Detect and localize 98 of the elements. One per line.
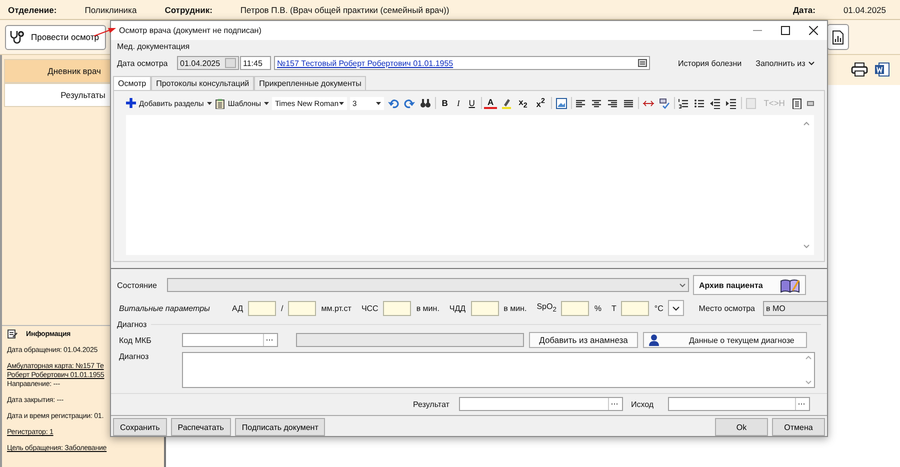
undo-icon[interactable] bbox=[387, 96, 400, 110]
field-label: Диагноз bbox=[119, 352, 150, 361]
caret-icon bbox=[206, 102, 212, 104]
underline-button[interactable]: U bbox=[466, 98, 478, 108]
vital-label: АД bbox=[232, 304, 244, 312]
outcome-field[interactable] bbox=[668, 397, 810, 411]
printer-icon[interactable] bbox=[851, 62, 868, 78]
vitals-label: Витальные параметры bbox=[119, 304, 211, 312]
department-value: Поликлиника bbox=[84, 4, 137, 14]
plus-icon bbox=[126, 98, 136, 108]
chevron-icon bbox=[672, 306, 680, 310]
vital-field[interactable] bbox=[621, 300, 650, 316]
fill-from-menu[interactable]: Заполнить из bbox=[756, 58, 816, 68]
history-link[interactable]: История болезни bbox=[678, 58, 742, 68]
field-label: Отделение: bbox=[8, 4, 57, 14]
patient-archive-button[interactable]: Архив пациента bbox=[693, 275, 806, 295]
caret-icon bbox=[338, 102, 344, 104]
browse-button[interactable] bbox=[608, 398, 620, 410]
patient-link[interactable]: №157 Тестовый Роберт Робертович 01.01.1955 bbox=[277, 58, 454, 68]
current-diagnosis-button[interactable]: Данные о текущем диагнозе bbox=[643, 332, 807, 348]
tab[interactable]: Осмотр bbox=[113, 76, 152, 90]
book-icon bbox=[780, 278, 800, 292]
indent-icon[interactable] bbox=[725, 96, 738, 110]
vital-label: мм.рт.ст bbox=[321, 304, 352, 312]
binoculars-icon[interactable] bbox=[419, 96, 432, 110]
scroll-down-icon[interactable] bbox=[803, 244, 810, 249]
vital-field[interactable] bbox=[383, 300, 412, 316]
highlighter-icon[interactable] bbox=[500, 96, 513, 110]
dialog-button[interactable]: Сохранить bbox=[113, 418, 167, 436]
vital-label: / bbox=[281, 304, 284, 312]
date-field[interactable]: 01.04.2025 bbox=[177, 56, 239, 70]
tab[interactable]: Протоколы консультаций bbox=[151, 76, 254, 90]
font-color-button[interactable]: A bbox=[484, 97, 497, 109]
field-label: Сотрудник: bbox=[164, 4, 212, 14]
window-title: Осмотр врача (документ не подписан) bbox=[119, 26, 262, 35]
bullet-list-icon[interactable] bbox=[693, 96, 706, 110]
caret-icon bbox=[376, 102, 382, 104]
redo-icon[interactable] bbox=[403, 96, 416, 110]
clipboard-icon bbox=[214, 98, 225, 108]
vital-label: % bbox=[594, 304, 602, 312]
vital-field[interactable] bbox=[288, 300, 316, 316]
bold-button[interactable]: B bbox=[438, 98, 451, 108]
tab[interactable]: Прикрепленные документы bbox=[254, 76, 366, 90]
chevron-icon bbox=[808, 60, 816, 66]
group-label: Диагноз bbox=[117, 320, 147, 329]
vital-label: SpO$_{2}$ bbox=[536, 302, 556, 314]
spellcheck-icon[interactable] bbox=[658, 96, 671, 110]
subscript-button[interactable]: x$_{2}$ bbox=[516, 96, 530, 110]
vital-field[interactable] bbox=[470, 300, 499, 316]
notes-icon bbox=[7, 329, 18, 339]
field-label: Место осмотра bbox=[698, 304, 755, 312]
italic-button[interactable]: I bbox=[454, 98, 463, 108]
menu-item[interactable]: Мед. документация bbox=[111, 40, 196, 53]
chevron-icon bbox=[679, 282, 686, 288]
report-icon[interactable] bbox=[827, 24, 849, 50]
paste-icon[interactable] bbox=[790, 96, 804, 110]
examine-button[interactable]: Провести осмотр bbox=[5, 24, 106, 50]
stethoscope-icon bbox=[9, 30, 25, 44]
field-label: Дата: bbox=[792, 4, 816, 14]
patient-field[interactable]: №157 Тестовый Роберт Робертович 01.01.1955 bbox=[274, 56, 650, 70]
dialog-button[interactable]: Ok bbox=[715, 418, 768, 436]
mkb-code-field[interactable] bbox=[182, 333, 278, 347]
diagnosis-field[interactable] bbox=[182, 352, 815, 388]
scroll-down-icon[interactable] bbox=[805, 380, 812, 385]
caret-icon bbox=[264, 102, 269, 104]
field-label: Результат bbox=[413, 400, 450, 408]
outdent-icon[interactable] bbox=[709, 96, 722, 110]
scroll-up-icon[interactable] bbox=[805, 355, 812, 360]
dialog-button[interactable]: Отмена bbox=[772, 418, 825, 436]
dialog-button[interactable]: Распечатать bbox=[170, 418, 231, 436]
card-icon[interactable] bbox=[638, 59, 647, 67]
field-label: Состояние bbox=[117, 280, 158, 290]
vital-label: в мин. bbox=[504, 304, 527, 312]
place-field[interactable]: в МО bbox=[763, 300, 827, 316]
scroll-up-icon[interactable] bbox=[803, 121, 810, 126]
image-icon[interactable] bbox=[554, 96, 568, 110]
vital-label: ЧСС bbox=[361, 304, 378, 312]
vital-field[interactable] bbox=[561, 300, 590, 316]
time-field[interactable]: 11:45 bbox=[240, 56, 271, 70]
field-label: Код МКБ bbox=[119, 336, 152, 344]
dialog-button[interactable]: Подписать документ bbox=[234, 418, 326, 436]
vital-field[interactable] bbox=[248, 300, 276, 316]
result-field[interactable] bbox=[459, 397, 623, 411]
vital-label: Т bbox=[612, 304, 616, 312]
browse-button[interactable] bbox=[795, 398, 807, 410]
word-document-icon[interactable] bbox=[874, 62, 890, 78]
browse-button[interactable] bbox=[263, 334, 275, 346]
expand-button[interactable] bbox=[668, 300, 684, 316]
field-label: Исход bbox=[631, 400, 655, 408]
person-icon bbox=[649, 334, 659, 346]
superscript-button[interactable]: x$^{2}$ bbox=[533, 97, 548, 109]
numbered-list-icon[interactable] bbox=[677, 96, 690, 110]
add-from-history-button[interactable]: Добавить из анамнеза bbox=[529, 332, 638, 348]
date-value: 01.04.2025 bbox=[843, 4, 886, 14]
employee-value: Петров П.В. (Врач общей практики (семейный врач)) bbox=[240, 4, 450, 14]
vital-label: в мин. bbox=[416, 304, 440, 312]
vital-label: °C bbox=[654, 304, 664, 312]
vital-label: ЧДД bbox=[449, 304, 466, 312]
